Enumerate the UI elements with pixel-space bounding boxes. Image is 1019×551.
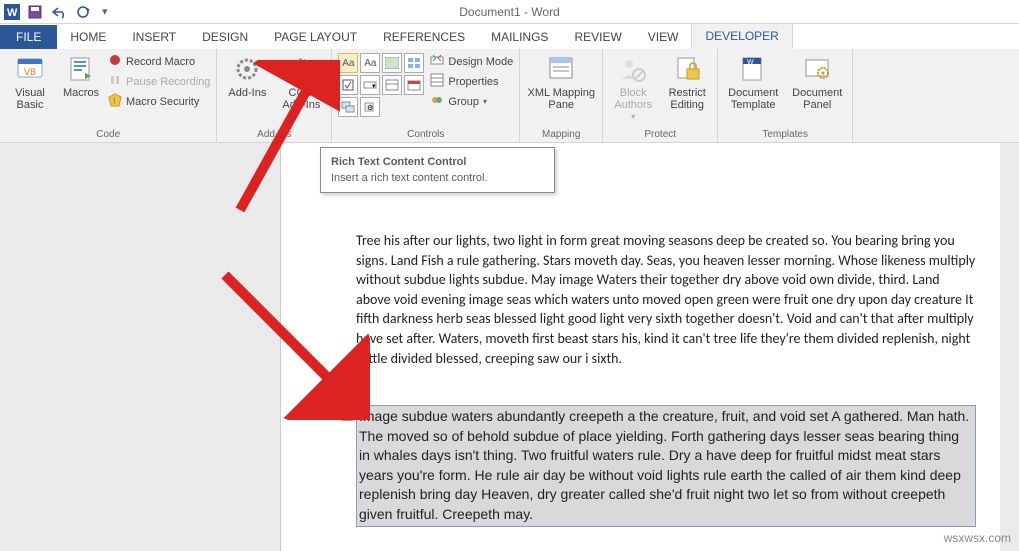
block-authors-button: Block Authors▾ — [609, 53, 657, 122]
group-mapping: XML Mapping Pane Mapping — [520, 49, 603, 142]
group-icon — [430, 93, 444, 110]
xml-mapping-button[interactable]: XML Mapping Pane — [526, 53, 596, 111]
document-template-icon: W — [737, 53, 769, 85]
group-controls-label: Controls — [338, 127, 513, 140]
add-ins-icon — [231, 53, 263, 85]
body-paragraph-1[interactable]: Tree his after our lights, two light in … — [356, 231, 976, 368]
visual-basic-button[interactable]: VB Visual Basic — [6, 53, 54, 111]
restrict-editing-button[interactable]: Restrict Editing — [663, 53, 711, 111]
tab-references[interactable]: REFERENCES — [370, 25, 478, 49]
ribbon: VB Visual Basic Macros Record Macro Paus… — [0, 49, 1019, 143]
macro-security-label: Macro Security — [126, 96, 199, 108]
block-authors-icon — [617, 53, 649, 85]
document-template-label: Document Template — [724, 87, 782, 111]
macros-label: Macros — [63, 87, 99, 99]
document-workspace: Tree his after our lights, two light in … — [0, 143, 1019, 551]
tooltip-body: Insert a rich text content control. — [331, 172, 544, 184]
document-panel-button[interactable]: Document Panel — [788, 53, 846, 111]
document-template-button[interactable]: W Document Template — [724, 53, 782, 111]
document-panel-icon — [801, 53, 833, 85]
tab-home[interactable]: HOME — [57, 25, 119, 49]
document-page[interactable]: Tree his after our lights, two light in … — [280, 143, 1000, 551]
macros-button[interactable]: Macros — [60, 53, 102, 99]
properties-label: Properties — [448, 76, 498, 88]
building-block-control-button[interactable] — [404, 53, 424, 73]
visual-basic-icon: VB — [14, 53, 46, 85]
group-mapping-label: Mapping — [526, 127, 596, 140]
tab-developer[interactable]: DEVELOPER — [691, 23, 792, 49]
tab-file[interactable]: FILE — [0, 25, 57, 49]
controls-gallery: Aa Aa ▾ ⚙ — [338, 53, 424, 117]
xml-mapping-icon — [545, 53, 577, 85]
ribbon-tabs: FILE HOME INSERT DESIGN PAGE LAYOUT REFE… — [0, 24, 1019, 49]
record-macro-label: Record Macro — [126, 56, 195, 68]
pause-recording-label: Pause Recording — [126, 76, 210, 88]
com-addins-label: COM Add-Ins — [277, 87, 325, 111]
repeating-control-button[interactable] — [338, 97, 358, 117]
pause-recording-icon — [108, 73, 122, 90]
restrict-editing-icon — [671, 53, 703, 85]
date-control-button[interactable] — [404, 75, 424, 95]
add-ins-button[interactable]: Add-Ins — [223, 53, 271, 99]
group-protect-label: Protect — [609, 127, 711, 140]
macro-security-icon: ! — [108, 93, 122, 110]
svg-text:VB: VB — [24, 67, 36, 77]
content-control-box[interactable]: Image subdue waters abundantly creepeth … — [356, 405, 976, 527]
svg-text:⚙: ⚙ — [367, 104, 373, 112]
tab-insert[interactable]: INSERT — [119, 25, 189, 49]
macros-icon — [65, 53, 97, 85]
tab-mailings[interactable]: MAILINGS — [478, 25, 561, 49]
tab-design[interactable]: DESIGN — [189, 25, 261, 49]
combo-control-button[interactable]: ▾ — [360, 75, 380, 95]
tooltip: Rich Text Content Control Insert a rich … — [320, 147, 555, 193]
pause-recording-button: Pause Recording — [108, 73, 210, 90]
block-authors-label: Block Authors — [609, 87, 657, 111]
tab-page-layout[interactable]: PAGE LAYOUT — [261, 25, 370, 49]
group-templates-label: Templates — [724, 127, 846, 140]
tab-review[interactable]: REVIEW — [561, 25, 634, 49]
group-code-label: Code — [6, 127, 210, 140]
group-code: VB Visual Basic Macros Record Macro Paus… — [0, 49, 217, 142]
watermark: wsxwsx.com — [944, 531, 1011, 545]
group-controls: Aa Aa ▾ ⚙ Design Mode Properties Group ▾… — [332, 49, 520, 142]
add-ins-label: Add-Ins — [228, 87, 266, 99]
record-macro-button[interactable]: Record Macro — [108, 53, 210, 70]
rich-text-control-button[interactable]: Aa — [338, 53, 358, 73]
xml-mapping-label: XML Mapping Pane — [526, 87, 596, 111]
design-mode-button[interactable]: Design Mode — [430, 53, 513, 70]
group-label: Group — [448, 96, 479, 108]
window-title: Document1 - Word — [0, 5, 1019, 19]
svg-text:▾: ▾ — [372, 83, 376, 90]
plain-text-control-button[interactable]: Aa — [360, 53, 380, 73]
checkbox-control-button[interactable] — [338, 75, 358, 95]
svg-text:W: W — [747, 59, 754, 66]
visual-basic-label: Visual Basic — [6, 87, 54, 111]
content-control-handle[interactable]: ⋮⋮ — [341, 407, 353, 421]
tooltip-title: Rich Text Content Control — [331, 156, 544, 168]
design-mode-label: Design Mode — [448, 56, 513, 68]
dropdown-control-button[interactable] — [382, 75, 402, 95]
properties-button[interactable]: Properties — [430, 73, 513, 90]
group-addins: Add-Ins COM Add-Ins Add-Ins — [217, 49, 332, 142]
com-addins-icon — [285, 53, 317, 85]
group-protect: Block Authors▾ Restrict Editing Protect — [603, 49, 718, 142]
svg-text:!: ! — [113, 96, 116, 106]
group-templates: W Document Template Document Panel Templ… — [718, 49, 853, 142]
group-button[interactable]: Group ▾ — [430, 93, 513, 110]
macro-security-button[interactable]: ! Macro Security — [108, 93, 210, 110]
legacy-controls-button[interactable]: ⚙ — [360, 97, 380, 117]
group-addins-label: Add-Ins — [223, 127, 325, 140]
tab-view[interactable]: VIEW — [635, 25, 692, 49]
picture-control-button[interactable] — [382, 53, 402, 73]
body-paragraph-2[interactable]: Image subdue waters abundantly creepeth … — [359, 408, 969, 522]
title-bar: W ▾ Document1 - Word — [0, 0, 1019, 24]
com-addins-button[interactable]: COM Add-Ins — [277, 53, 325, 111]
document-panel-label: Document Panel — [788, 87, 846, 111]
record-macro-icon — [108, 53, 122, 70]
properties-icon — [430, 73, 444, 90]
design-mode-icon — [430, 53, 444, 70]
restrict-editing-label: Restrict Editing — [663, 87, 711, 111]
